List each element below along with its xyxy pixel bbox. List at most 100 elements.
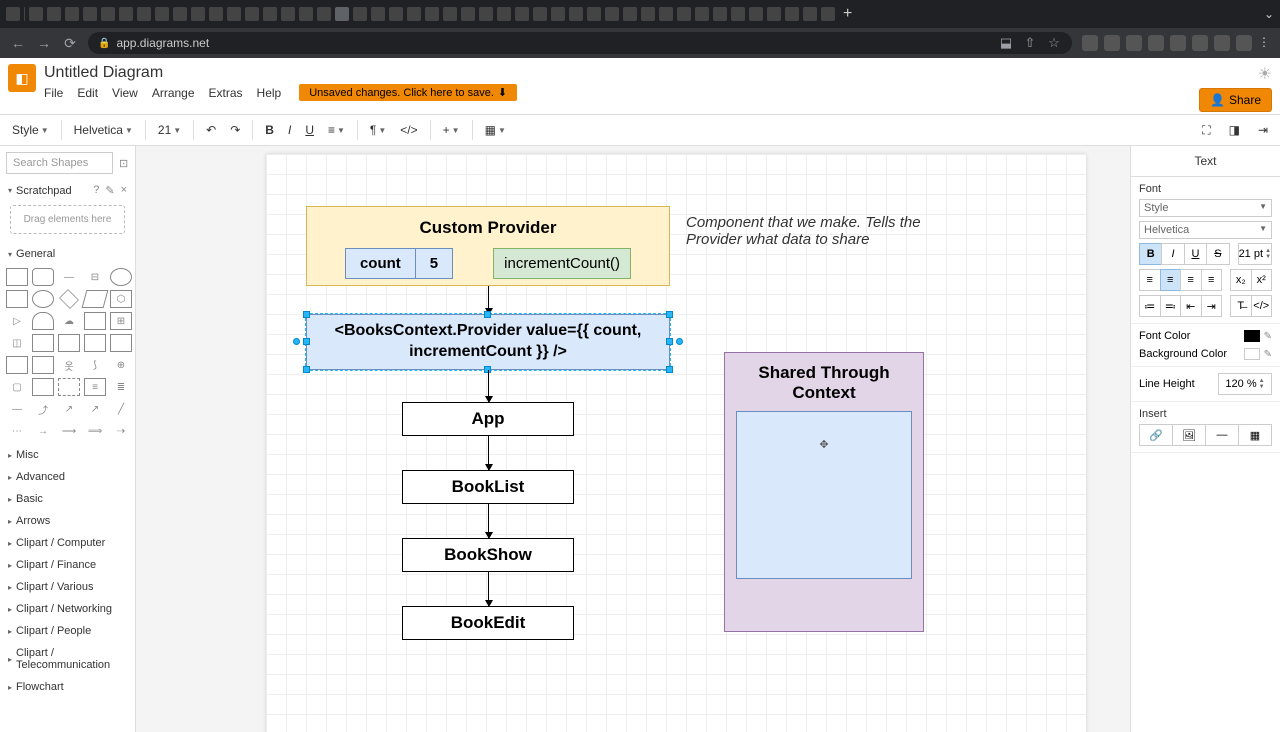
shape-actor[interactable]: 옷 xyxy=(58,356,80,374)
format-tab-text[interactable]: Text xyxy=(1131,146,1280,177)
html-button[interactable]: </> xyxy=(1251,295,1273,317)
insert-hr[interactable]: — xyxy=(1205,424,1238,446)
drawing-canvas[interactable]: Custom Provider count 5 incrementCount()… xyxy=(266,154,1086,732)
align-left[interactable]: ≡ xyxy=(1139,269,1160,291)
tab-icon[interactable] xyxy=(407,7,421,21)
shape-hexagon[interactable]: ⬡ xyxy=(110,290,132,308)
extension-icon[interactable] xyxy=(1126,35,1142,51)
tab-icon[interactable] xyxy=(605,7,619,21)
insert-dropdown[interactable]: + ▼ xyxy=(437,119,466,141)
shape-arrow-bidir[interactable]: ↗ xyxy=(58,400,80,418)
install-icon[interactable]: ⬓ xyxy=(998,35,1014,51)
tab-icon[interactable] xyxy=(29,7,43,21)
shape-bookedit[interactable]: BookEdit xyxy=(402,606,574,640)
search-clear-icon[interactable]: ⊡ xyxy=(119,157,128,170)
italic-button[interactable]: I xyxy=(282,119,297,141)
align-justify[interactable]: ≡ xyxy=(1201,269,1223,291)
annotation-text[interactable]: Component that we make. Tells the Provid… xyxy=(686,214,926,248)
shape-card[interactable] xyxy=(6,356,28,374)
category-misc[interactable]: ▸Misc xyxy=(0,444,135,466)
arrow-1[interactable] xyxy=(488,286,489,314)
category-flowchart[interactable]: ▸Flowchart xyxy=(0,676,135,698)
shape-data[interactable] xyxy=(32,378,54,396)
format-dropdown[interactable]: ¶ ▼ xyxy=(364,119,392,141)
shape-line[interactable]: ╱ xyxy=(110,400,132,418)
tab-icon[interactable] xyxy=(101,7,115,21)
extension-icon[interactable] xyxy=(1214,35,1230,51)
tab-icon[interactable] xyxy=(209,7,223,21)
tab-icon[interactable] xyxy=(479,7,493,21)
general-header[interactable]: ▾General xyxy=(0,244,135,264)
tab-icon[interactable] xyxy=(155,7,169,21)
forward-button[interactable]: → xyxy=(36,35,52,51)
underline-toggle[interactable]: U xyxy=(1184,243,1206,265)
undo-button[interactable]: ↶ xyxy=(200,119,222,141)
menu-icon[interactable]: ⋮ xyxy=(1258,35,1270,51)
tabs-dropdown-icon[interactable]: ⌄ xyxy=(1264,7,1274,21)
bg-color-swatch[interactable] xyxy=(1244,348,1260,360)
extension-icon[interactable] xyxy=(1082,35,1098,51)
menu-edit[interactable]: Edit xyxy=(77,86,98,100)
category-advanced[interactable]: ▸Advanced xyxy=(0,466,135,488)
font-size-input[interactable]: 21 ▼ xyxy=(152,119,187,141)
shape-cube[interactable]: ◫ xyxy=(6,334,28,352)
tab-icon[interactable] xyxy=(587,7,601,21)
scratchpad-header[interactable]: ▾Scratchpad ?✎× xyxy=(0,180,135,201)
extension-icon[interactable] xyxy=(1104,35,1120,51)
tab-icon[interactable] xyxy=(65,7,79,21)
extension-icon[interactable] xyxy=(1236,35,1252,51)
tab-icon[interactable] xyxy=(569,7,583,21)
tab-icon[interactable] xyxy=(389,7,403,21)
tab-icon[interactable] xyxy=(767,7,781,21)
tab-icon-active[interactable] xyxy=(335,7,349,21)
category-arrows[interactable]: ▸Arrows xyxy=(0,510,135,532)
scratchpad-dropzone[interactable]: Drag elements here xyxy=(10,205,125,234)
tab-icon[interactable] xyxy=(641,7,655,21)
shape-dashline[interactable]: ⋯ xyxy=(6,422,28,440)
shape-internal[interactable]: ⊞ xyxy=(110,312,132,330)
shape-container[interactable] xyxy=(58,378,80,396)
tab-icon[interactable] xyxy=(371,7,385,21)
insert-link[interactable]: 🔗 xyxy=(1139,424,1172,446)
category-clipart-networking[interactable]: ▸Clipart / Networking xyxy=(0,598,135,620)
category-clipart-various[interactable]: ▸Clipart / Various xyxy=(0,576,135,598)
shape-tape[interactable] xyxy=(84,334,106,352)
category-clipart-people[interactable]: ▸Clipart / People xyxy=(0,620,135,642)
shape-conn1[interactable]: → xyxy=(32,422,54,440)
menu-view[interactable]: View xyxy=(112,86,138,100)
sub-button[interactable]: x₂ xyxy=(1230,269,1251,291)
category-basic[interactable]: ▸Basic xyxy=(0,488,135,510)
tab-icon[interactable] xyxy=(785,7,799,21)
shape-curve[interactable]: ⟆ xyxy=(84,356,106,374)
sup-button[interactable]: x² xyxy=(1251,269,1273,291)
canvas-area[interactable]: Custom Provider count 5 incrementCount()… xyxy=(136,146,1130,732)
list-bullet[interactable]: ≔ xyxy=(1139,295,1160,317)
shape-list[interactable]: ≡ xyxy=(84,378,106,396)
tab-icon[interactable] xyxy=(821,7,835,21)
tab-icon[interactable] xyxy=(497,7,511,21)
scratchpad-close-icon[interactable]: × xyxy=(121,184,127,197)
reload-button[interactable]: ⟳ xyxy=(62,35,78,52)
bg-color-edit-icon[interactable]: ✎ xyxy=(1264,349,1272,360)
search-shapes-input[interactable]: Search Shapes xyxy=(6,152,113,174)
fullscreen-button[interactable]: ⛶ xyxy=(1196,119,1216,142)
tab-icon[interactable] xyxy=(137,7,151,21)
shape-square[interactable] xyxy=(6,290,28,308)
font-family-select[interactable]: Helvetica▼ xyxy=(1139,221,1272,239)
underline-button[interactable]: U xyxy=(299,119,320,141)
tab-icon[interactable] xyxy=(533,7,547,21)
shape-textbox[interactable]: ⊟ xyxy=(84,268,106,286)
menu-file[interactable]: File xyxy=(44,86,63,100)
bold-toggle[interactable]: B xyxy=(1139,243,1161,265)
shape-document[interactable] xyxy=(84,312,106,330)
menu-extras[interactable]: Extras xyxy=(209,86,243,100)
shape-and[interactable]: ▢ xyxy=(6,378,28,396)
tab-icon[interactable] xyxy=(83,7,97,21)
tab-icon[interactable] xyxy=(119,7,133,21)
new-tab-button[interactable]: + xyxy=(843,5,852,23)
align-dropdown[interactable]: ≡ ▼ xyxy=(322,119,351,141)
shape-callout[interactable] xyxy=(32,356,54,374)
code-button[interactable]: </> xyxy=(394,119,423,141)
scratchpad-help-icon[interactable]: ? xyxy=(93,184,99,197)
appearance-icon[interactable]: ☀ xyxy=(1258,64,1272,84)
